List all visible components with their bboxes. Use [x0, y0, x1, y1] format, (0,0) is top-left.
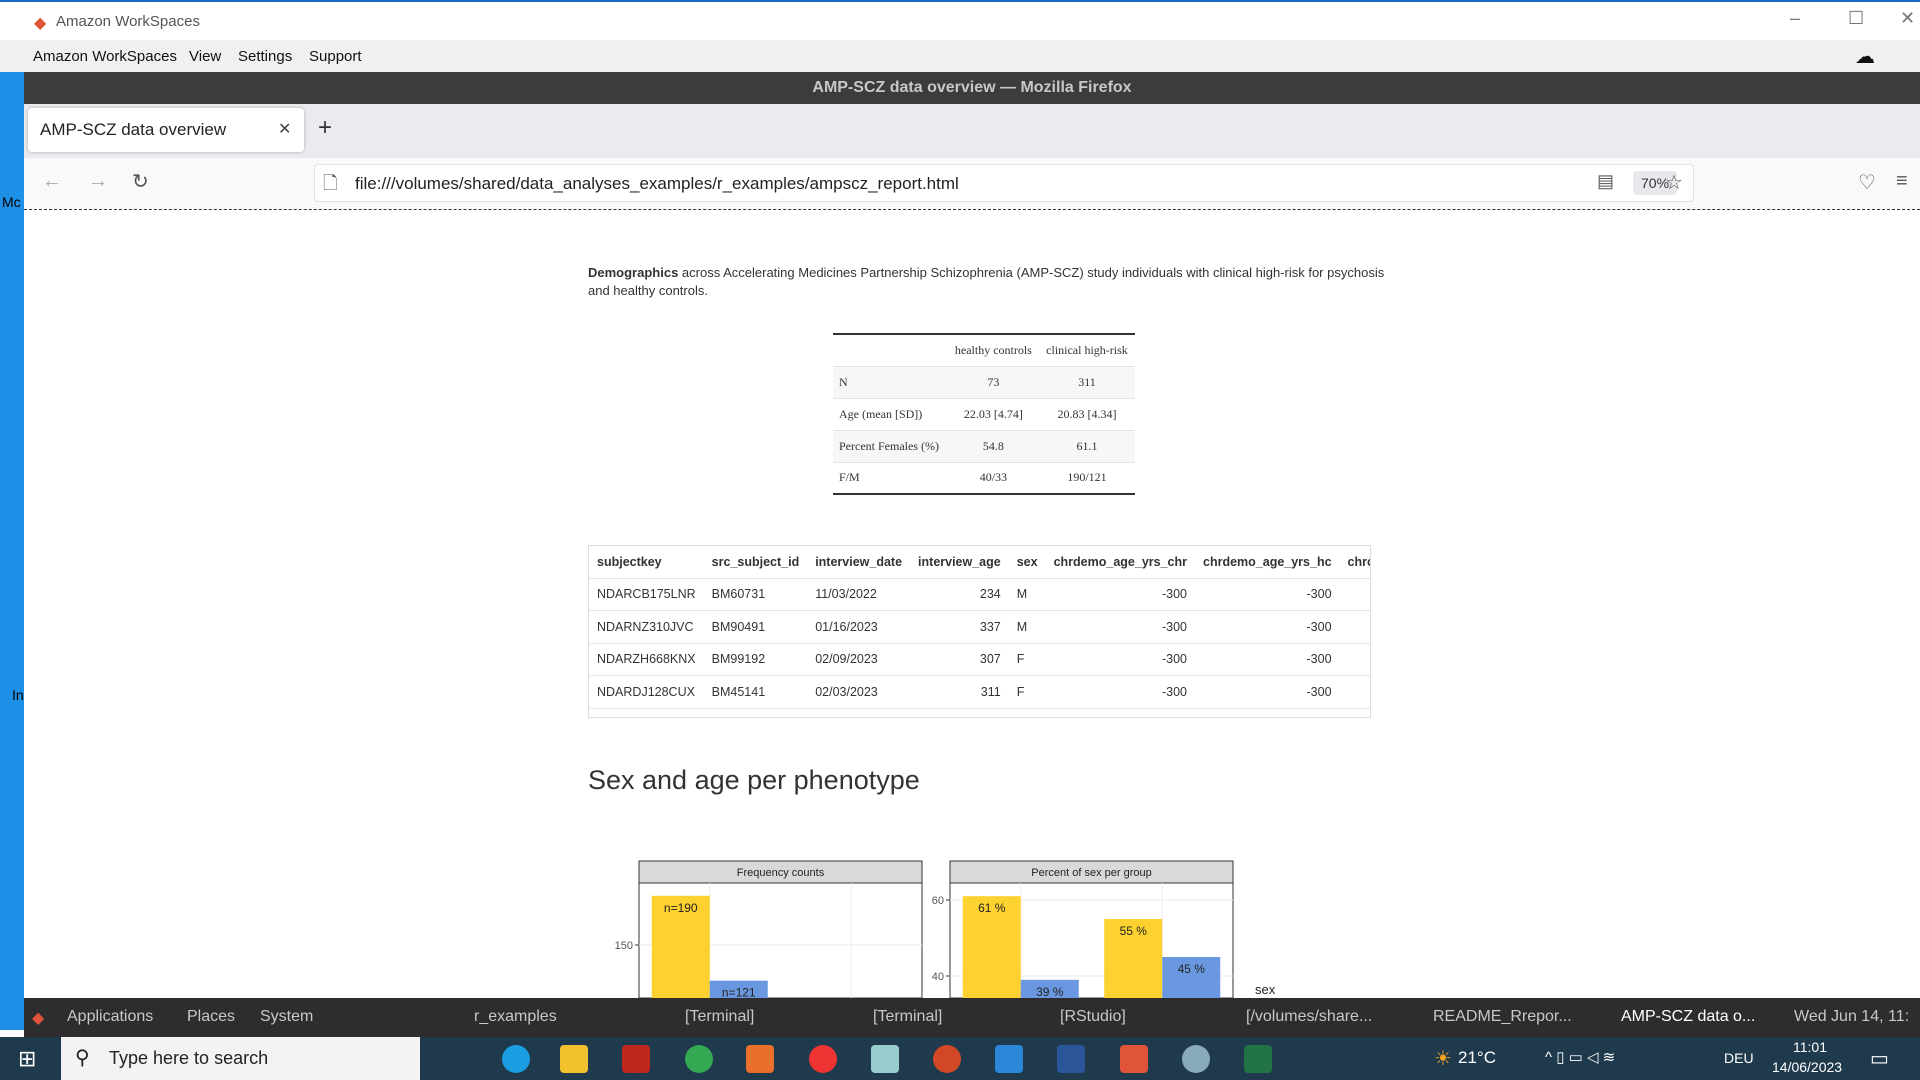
strip-label: In [12, 687, 24, 703]
workspaces-logo-icon: ◆ [34, 15, 47, 32]
menu-view[interactable]: View [189, 48, 221, 65]
paint-icon[interactable] [1182, 1045, 1210, 1073]
notifications-icon[interactable]: ▭ [1870, 1046, 1889, 1071]
clock-time[interactable]: 11:01 [1793, 1039, 1827, 1055]
reload-icon[interactable]: ↻ [132, 169, 149, 194]
workspaces-menubar: Amazon WorkSpaces View Settings Support … [0, 40, 1920, 72]
workspaces-icon[interactable] [1120, 1045, 1148, 1073]
y-tick-label: 60 [932, 895, 944, 907]
taskitem-readme[interactable]: README_Rrepor... [1433, 1008, 1572, 1026]
excel-icon[interactable] [1244, 1045, 1272, 1073]
menu-amazon-workspaces[interactable]: Amazon WorkSpaces [33, 48, 177, 65]
close-button[interactable]: ✕ [1900, 8, 1915, 29]
maximize-button[interactable]: ☐ [1848, 8, 1864, 29]
word-icon[interactable] [1057, 1045, 1085, 1073]
acrobat-icon[interactable] [622, 1045, 650, 1073]
page-icon: 🗋 [323, 173, 338, 193]
background-window-strip: Mc In [0, 72, 24, 1030]
workspaces-titlebar: ◆ Amazon WorkSpaces – ☐ ✕ [0, 0, 1920, 40]
firefox-titlebar: AMP-SCZ data overview — Mozilla Firefox [24, 72, 1920, 104]
workspaces-title: Amazon WorkSpaces [56, 13, 200, 30]
system-menu[interactable]: System [260, 1008, 313, 1026]
legend-title: sex [1255, 982, 1276, 997]
app-icon[interactable] [871, 1045, 899, 1073]
menu-settings[interactable]: Settings [238, 48, 292, 65]
back-icon[interactable]: ← [42, 170, 62, 193]
tab-title: AMP-SCZ data overview [40, 120, 227, 139]
search-placeholder: Type here to search [109, 1048, 269, 1068]
bar-label: n=121 [722, 986, 756, 998]
network-icon[interactable]: ☁ [1855, 44, 1875, 69]
windows-taskbar: ⊞ ⚲ Type here to search ☀ 21°C ^ ▯ ▭ ◁ ≋… [0, 1037, 1920, 1080]
weather-icon: ☀ [1434, 1048, 1452, 1070]
facet-title: Percent of sex per group [1031, 867, 1151, 879]
y-tick-label: 150 [615, 940, 633, 952]
pocket-icon[interactable]: ♡ [1858, 170, 1876, 195]
bar-label: 61 % [978, 901, 1006, 915]
nav-bar: ← → ↻ 🗋 file:///volumes/shared/data_anal… [24, 158, 1920, 210]
chrome-icon[interactable] [685, 1045, 713, 1073]
search-icon: ⚲ [75, 1047, 90, 1069]
menu-support[interactable]: Support [309, 48, 362, 65]
panel-clock: Wed Jun 14, 11: [1794, 1008, 1910, 1025]
taskitem-terminal[interactable]: [Terminal] [685, 1008, 754, 1026]
windows-start-icon[interactable]: ⊞ [18, 1046, 36, 1072]
y-tick-label: 40 [932, 971, 944, 983]
applications-icon: ◆ [32, 1010, 45, 1027]
url-bar[interactable]: 🗋 file:///volumes/shared/data_analyses_e… [314, 164, 1694, 202]
matlab-icon[interactable] [746, 1045, 774, 1073]
clock-date[interactable]: 14/06/2023 [1772, 1059, 1842, 1075]
gnome-panel: ◆ Applications Places System r_examples … [24, 998, 1920, 1037]
taskitem-volumes[interactable]: [/volumes/share... [1246, 1008, 1372, 1026]
facet-title: Frequency counts [737, 867, 825, 879]
powerpoint-icon[interactable] [933, 1045, 961, 1073]
taskitem-terminal-2[interactable]: [Terminal] [873, 1008, 942, 1026]
places-menu[interactable]: Places [187, 1008, 235, 1026]
forward-icon[interactable]: → [88, 170, 108, 193]
weather-temp[interactable]: 21°C [1458, 1048, 1496, 1068]
app-icon[interactable] [809, 1045, 837, 1073]
new-tab-button[interactable]: + [318, 114, 332, 142]
bar-label: 55 % [1120, 924, 1148, 938]
bar-label: n=190 [664, 901, 698, 915]
reader-view-icon[interactable]: ▤ [1597, 171, 1614, 192]
tab-ampscz[interactable]: AMP-SCZ data overview ✕ [28, 108, 304, 152]
taskitem-rstudio[interactable]: [RStudio] [1060, 1008, 1126, 1026]
page-content: Demographics across Accelerating Medicin… [24, 210, 1920, 998]
bar-label: 39 % [1036, 985, 1064, 998]
strip-label: Mc [2, 194, 21, 210]
url-text[interactable]: file:///volumes/shared/data_analyses_exa… [355, 174, 959, 194]
sex-age-plots: Frequency counts 150 n=190 n=121 Percent of … [615, 860, 1276, 998]
minimize-button[interactable]: – [1790, 8, 1800, 29]
taskitem-firefox[interactable]: AMP-SCZ data o... [1621, 1008, 1755, 1026]
applications-menu[interactable]: Applications [67, 1008, 153, 1026]
taskitem-r-examples[interactable]: r_examples [474, 1008, 557, 1026]
edge-icon[interactable] [502, 1045, 530, 1073]
bookmark-star-icon[interactable]: ☆ [1665, 170, 1683, 195]
menu-icon[interactable]: ≡ [1896, 170, 1908, 193]
tab-bar: AMP-SCZ data overview ✕ + [24, 104, 1920, 158]
file-explorer-icon[interactable] [560, 1045, 588, 1073]
language-indicator[interactable]: DEU [1724, 1050, 1754, 1066]
taskbar-search[interactable]: ⚲ Type here to search [61, 1037, 420, 1080]
close-tab-icon[interactable]: ✕ [278, 119, 291, 139]
bar-label: 45 % [1178, 962, 1206, 976]
system-tray-icons[interactable]: ^ ▯ ▭ ◁ ≋ [1545, 1048, 1615, 1066]
photos-icon[interactable] [995, 1045, 1023, 1073]
